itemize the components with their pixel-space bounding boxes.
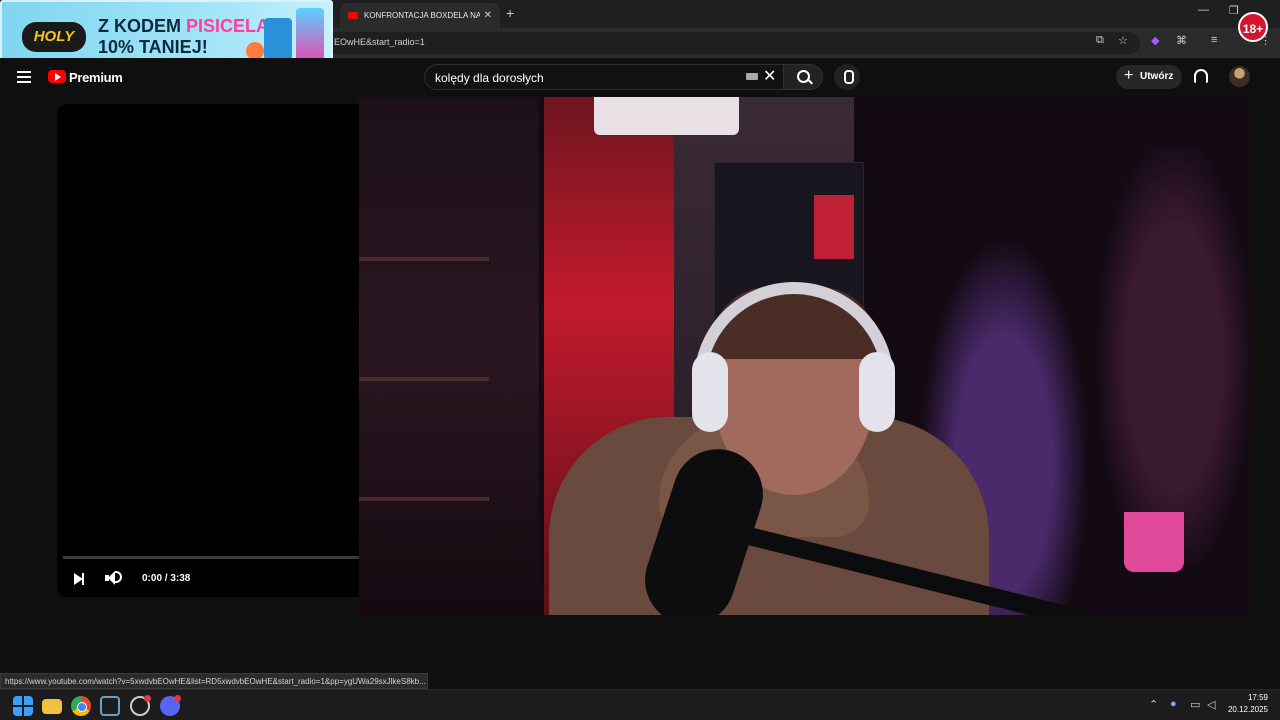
speaker-icon[interactable]: ◁ (1207, 698, 1215, 711)
reading-list-icon[interactable]: ≡ (1211, 34, 1217, 46)
tab-title: KONFRONTACJA BOXDELA NA (364, 11, 480, 20)
app-icon[interactable] (100, 696, 120, 716)
screen: KONFRONTACJA BOXDELA NA ✕ + — ❐ EOwHE&st… (0, 0, 1280, 720)
clock-time: 17:59 (1247, 693, 1268, 702)
headphones-cup-left (692, 352, 728, 432)
search-button[interactable] (783, 64, 823, 90)
microphone-tray-icon[interactable]: ● (1170, 698, 1177, 710)
ad-brand-logo: HOLY (22, 22, 86, 52)
age-rating-badge: 18+ (1238, 12, 1268, 42)
taskbar (0, 689, 1280, 720)
status-url: https://www.youtube.com/watch?v=5xwdvbEO… (0, 673, 428, 689)
ad-discount: 10% TANIEJ! (98, 37, 208, 57)
taskbar-clock[interactable]: 17:59 20.12.2025 (1226, 692, 1268, 716)
poster (814, 195, 854, 259)
play-icon[interactable] (74, 573, 84, 585)
browser-tab[interactable]: KONFRONTACJA BOXDELA NA ✕ (340, 3, 500, 28)
voice-search-icon[interactable] (834, 64, 860, 90)
video-player[interactable] (57, 104, 359, 597)
ad-headline: Z KODEM PISICELA (98, 16, 269, 37)
time-display: 0:00 / 3:38 (142, 573, 191, 584)
ad-code: PISICELA (186, 16, 270, 36)
shelf (359, 257, 489, 261)
ad-shaker-image (296, 8, 324, 62)
notification-dot (174, 695, 181, 702)
headphones-cup-right (859, 352, 895, 432)
notification-dot (144, 695, 151, 702)
minimize-icon[interactable]: — (1198, 4, 1209, 16)
shelf (359, 497, 489, 501)
youtube-logo-icon[interactable] (48, 70, 66, 83)
create-button[interactable]: + Utwórz (1116, 65, 1182, 89)
shelf-background (359, 97, 539, 615)
chrome-icon[interactable] (71, 696, 91, 716)
install-app-icon[interactable]: ⧉ (1096, 34, 1104, 47)
ad-product-jar-image (264, 18, 292, 60)
search-input[interactable]: kolędy dla dorosłych (424, 64, 783, 90)
webcam-overlay (359, 97, 1251, 615)
clear-search-icon[interactable]: ✕ (763, 66, 776, 86)
youtube-premium-logo[interactable]: Premium (69, 70, 123, 85)
keyboard-icon[interactable] (746, 73, 758, 80)
address-bar[interactable]: EOwHE&start_radio=1 (300, 32, 1140, 54)
avatar[interactable] (1229, 66, 1250, 87)
restore-icon[interactable]: ❐ (1229, 4, 1239, 17)
create-label: Utwórz (1140, 71, 1174, 82)
close-tab-icon[interactable]: ✕ (484, 10, 492, 21)
clock-date: 20.12.2025 (1227, 705, 1268, 714)
youtube-favicon-icon (348, 12, 358, 19)
menu-icon[interactable] (17, 71, 31, 86)
plant (1099, 147, 1249, 567)
extensions-puzzle-icon[interactable]: ⌘ (1176, 34, 1187, 47)
progress-bar[interactable] (63, 556, 359, 559)
plant-pot (1124, 512, 1184, 572)
file-explorer-icon[interactable] (42, 699, 62, 714)
start-windows-icon[interactable] (13, 696, 33, 716)
network-icon[interactable]: ▭ (1190, 698, 1200, 711)
extension-twitch-icon[interactable]: ◆ (1151, 34, 1159, 47)
shelf (359, 377, 489, 381)
new-tab-icon[interactable]: + (506, 5, 514, 21)
plus-icon: + (1124, 67, 1134, 84)
bookmark-star-icon[interactable]: ☆ (1118, 34, 1128, 47)
notifications-icon[interactable] (1194, 69, 1208, 83)
tray-expand-icon[interactable]: ⌃ (1149, 698, 1158, 711)
air-conditioner (594, 97, 739, 135)
ad-headline-prefix: Z KODEM (98, 16, 186, 36)
youtube-masthead: Premium kolędy dla dorosłych ✕ + Utwórz (0, 58, 1280, 98)
